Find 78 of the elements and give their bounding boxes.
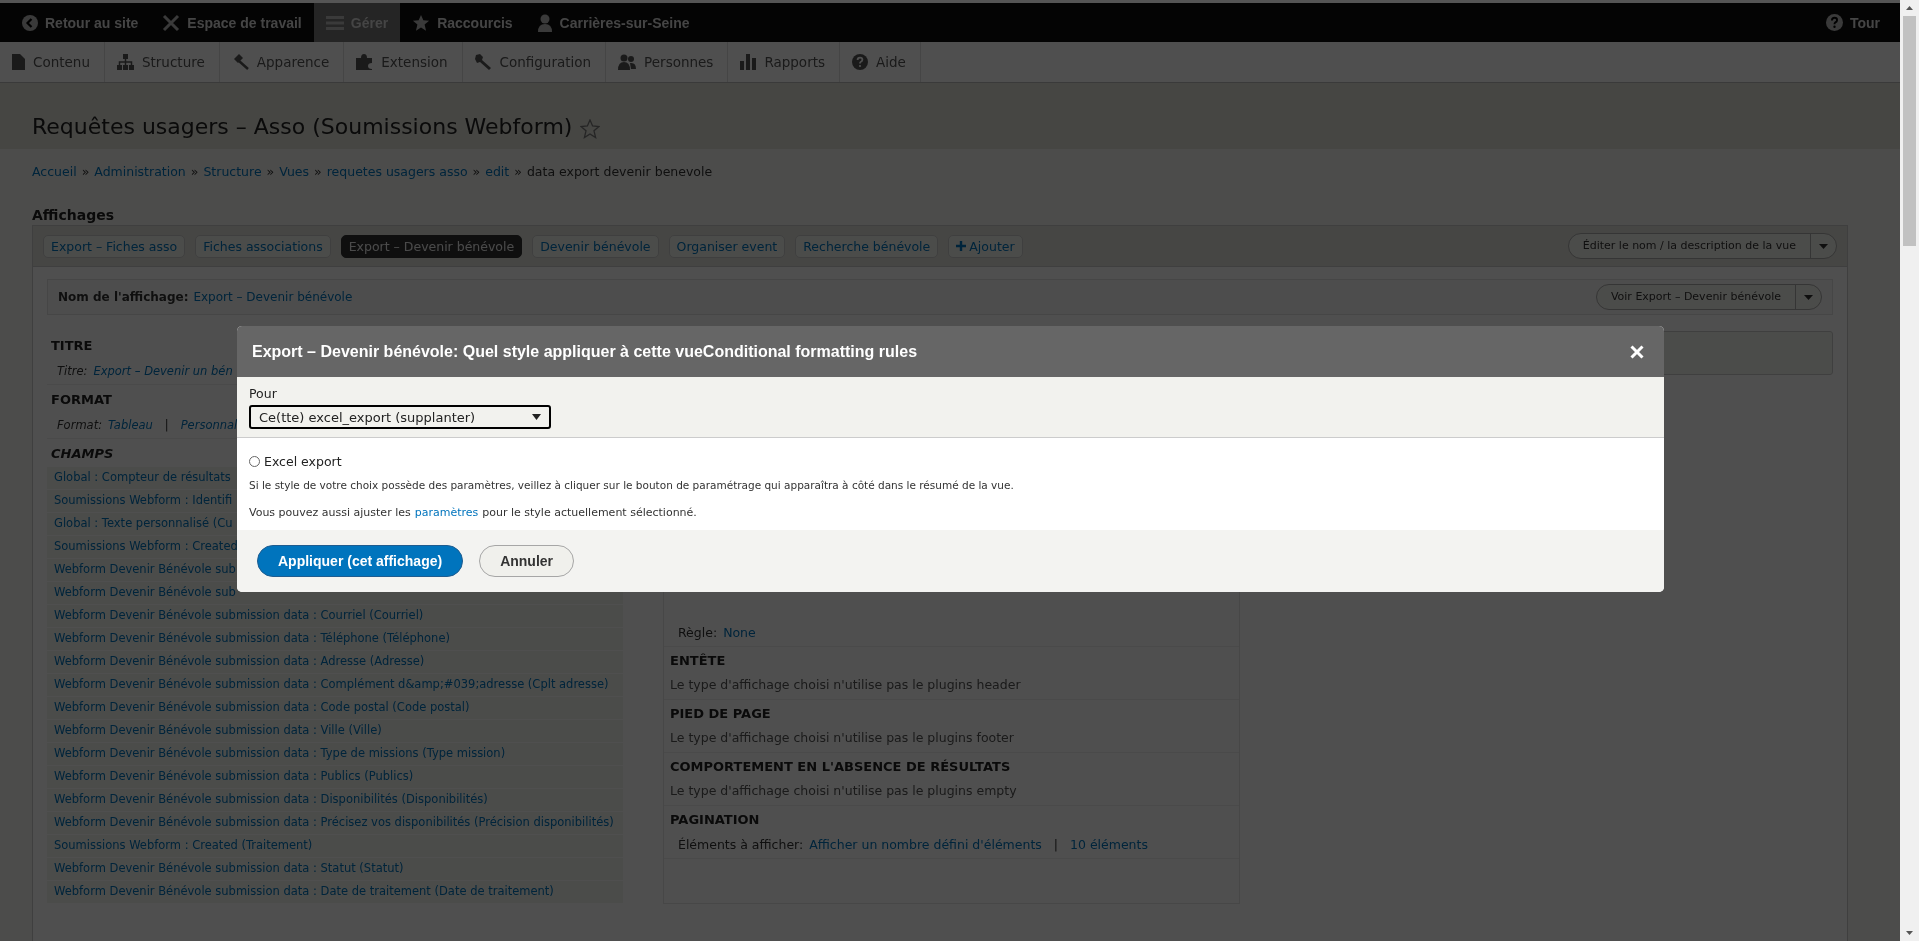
field-label: Nom de l'affichage: bbox=[58, 290, 189, 304]
tour-button[interactable]: Tour bbox=[1813, 3, 1892, 42]
display-tab[interactable]: Export – Fiches asso bbox=[43, 234, 186, 258]
view-display-dropbutton[interactable]: Voir Export – Devenir bénévole bbox=[1595, 284, 1822, 310]
apply-button[interactable]: Appliquer (cet affichage) bbox=[257, 545, 464, 577]
display-tab[interactable]: Devenir bénévole bbox=[532, 234, 659, 258]
breadcrumb-current: data export devenir benevole bbox=[526, 164, 713, 181]
field-link[interactable]: Webform Devenir Bénévole sub bbox=[54, 562, 236, 577]
setting-link[interactable]: 10 éléments bbox=[1070, 837, 1148, 852]
field-label: Règle: bbox=[678, 625, 718, 640]
field-link[interactable]: Webform Devenir Bénévole submission data : Adresse (Adresse) bbox=[54, 654, 425, 669]
section-heading: PIED DE PAGE bbox=[669, 705, 772, 723]
setting-link[interactable]: Personnal bbox=[180, 418, 238, 432]
section-heading: PAGINATION bbox=[669, 811, 761, 829]
cancel-button[interactable]: Annuler bbox=[479, 545, 575, 577]
note-text: pour le style actuellement sélectionné. bbox=[482, 506, 697, 519]
setting-link[interactable]: Tableau bbox=[108, 418, 153, 432]
field-label: Pour bbox=[249, 386, 278, 401]
section-heading: COMPORTEMENT EN L'ABSENCE DE RÉSULTATS bbox=[669, 758, 1012, 776]
display-tab[interactable]: Organiser event bbox=[668, 234, 786, 258]
breadcrumb-link[interactable]: requetes usagers asso bbox=[326, 164, 468, 187]
field-link[interactable]: Soumissions Webform : Created (Traitement) bbox=[54, 838, 313, 853]
toolbar-tab[interactable]: Carrières-sur-Seine bbox=[524, 3, 702, 42]
field-link[interactable]: Webform Devenir Bénévole submission data : Disponibilités (Disponibilités) bbox=[54, 792, 488, 807]
field-label: Format: bbox=[57, 418, 102, 432]
page-title: Requêtes usagers – Asso (Soumissions Webform) bbox=[32, 114, 573, 139]
display-tab[interactable]: Fiches associations bbox=[195, 234, 331, 258]
note-text: Vous pouvez aussi ajuster les bbox=[249, 506, 411, 519]
field-link[interactable]: Global : Texte personnalisé (Cu bbox=[54, 516, 233, 531]
field-link[interactable]: Soumissions Webform : Created bbox=[54, 539, 238, 554]
breadcrumb-separator: » bbox=[514, 164, 522, 181]
breadcrumb-link[interactable]: edit bbox=[485, 164, 510, 187]
field-link[interactable]: Webform Devenir Bénévole submission data : Ville (Ville) bbox=[54, 723, 382, 738]
breadcrumb-separator: » bbox=[266, 164, 275, 181]
field-link[interactable]: Webform Devenir Bénévole submission data : Complément d&amp;#039;adresse (Cplt adresse) bbox=[54, 677, 609, 692]
breadcrumb-separator: » bbox=[81, 164, 90, 181]
field-link[interactable]: Webform Devenir Bénévole submission data : Précisez vos disponibilités (Précision disponibilités) bbox=[54, 815, 614, 830]
section-heading: FORMAT bbox=[50, 391, 113, 409]
separator-text: | bbox=[1053, 837, 1058, 852]
field-link[interactable]: Webform Devenir Bénévole submission data : Date de traitement (Date de traitement) bbox=[54, 884, 554, 899]
field-link[interactable]: Webform Devenir Bénévole submission data : Code postal (Code postal) bbox=[54, 700, 470, 715]
toolbar-tab[interactable]: Raccourcis bbox=[400, 3, 525, 42]
edit-view-dropbutton[interactable]: Éditer le nom / la description de la vue bbox=[1567, 233, 1837, 259]
separator-text: | bbox=[164, 418, 169, 432]
setting-link[interactable]: None bbox=[723, 625, 756, 640]
field-link[interactable]: Global : Compteur de résultats bbox=[54, 470, 231, 485]
add-display-button[interactable]: Ajouter bbox=[948, 234, 1023, 258]
display-name-link[interactable]: Export – Devenir bénévole bbox=[193, 290, 353, 304]
breadcrumb-separator: » bbox=[314, 164, 322, 181]
field-link[interactable]: Webform Devenir Bénévole submission data : Publics (Publics) bbox=[54, 769, 414, 784]
setting-link[interactable]: Afficher un nombre défini d'éléments bbox=[809, 837, 1042, 852]
breadcrumb-link[interactable]: Structure bbox=[203, 164, 262, 187]
display-tab[interactable]: Recherche bénévole bbox=[795, 234, 939, 258]
field-link[interactable]: Webform Devenir Bénévole submission data : Type de missions (Type mission) bbox=[54, 746, 506, 761]
setting-link[interactable]: Export – Devenir un bén bbox=[93, 364, 233, 378]
toolbar-tab[interactable]: Espace de travail bbox=[150, 3, 314, 42]
field-link[interactable]: Webform Devenir Bénévole submission data : Statut (Statut) bbox=[54, 861, 404, 876]
select-field[interactable]: Ce(tte) excel_export (supplanter) bbox=[249, 405, 551, 429]
breadcrumb-link[interactable]: Vues bbox=[279, 164, 310, 187]
breadcrumb-separator: » bbox=[472, 164, 481, 181]
field-link[interactable]: Webform Devenir Bénévole submission data : Téléphone (Téléphone) bbox=[54, 631, 450, 646]
field-link[interactable]: Webform Devenir Bénévole sub bbox=[54, 585, 236, 600]
help-text: Si le style de votre choix possède des paramètres, veillez à cliquer sur le bouton de paramétrage qui apparaîtra à côté dans le résumé de la vue. bbox=[249, 479, 1015, 491]
option-label: Excel export bbox=[264, 454, 342, 469]
section-heading: TITRE bbox=[50, 337, 94, 355]
toolbar-tab[interactable]: Retour au site bbox=[10, 3, 151, 42]
breadcrumb-link[interactable]: Administration bbox=[94, 164, 186, 187]
settings-link[interactable]: paramètres bbox=[414, 506, 479, 519]
section-heading: CHAMPS bbox=[50, 445, 115, 463]
field-label: Éléments à afficher: bbox=[678, 837, 804, 852]
breadcrumb-link[interactable]: Accueil bbox=[32, 164, 77, 187]
field-label: Titre: bbox=[57, 364, 88, 378]
dialog-title: Export – Devenir bénévole: Quel style appliquer à cette vueConditional formatting rules bbox=[252, 342, 918, 361]
breadcrumb-separator: » bbox=[190, 164, 199, 181]
section-heading: ENTÊTE bbox=[669, 652, 727, 670]
field-link[interactable]: Soumissions Webform : Identifi bbox=[54, 493, 233, 508]
field-link[interactable]: Webform Devenir Bénévole submission data : Courriel (Courriel) bbox=[54, 608, 424, 623]
section-heading: Affichages bbox=[32, 207, 115, 223]
